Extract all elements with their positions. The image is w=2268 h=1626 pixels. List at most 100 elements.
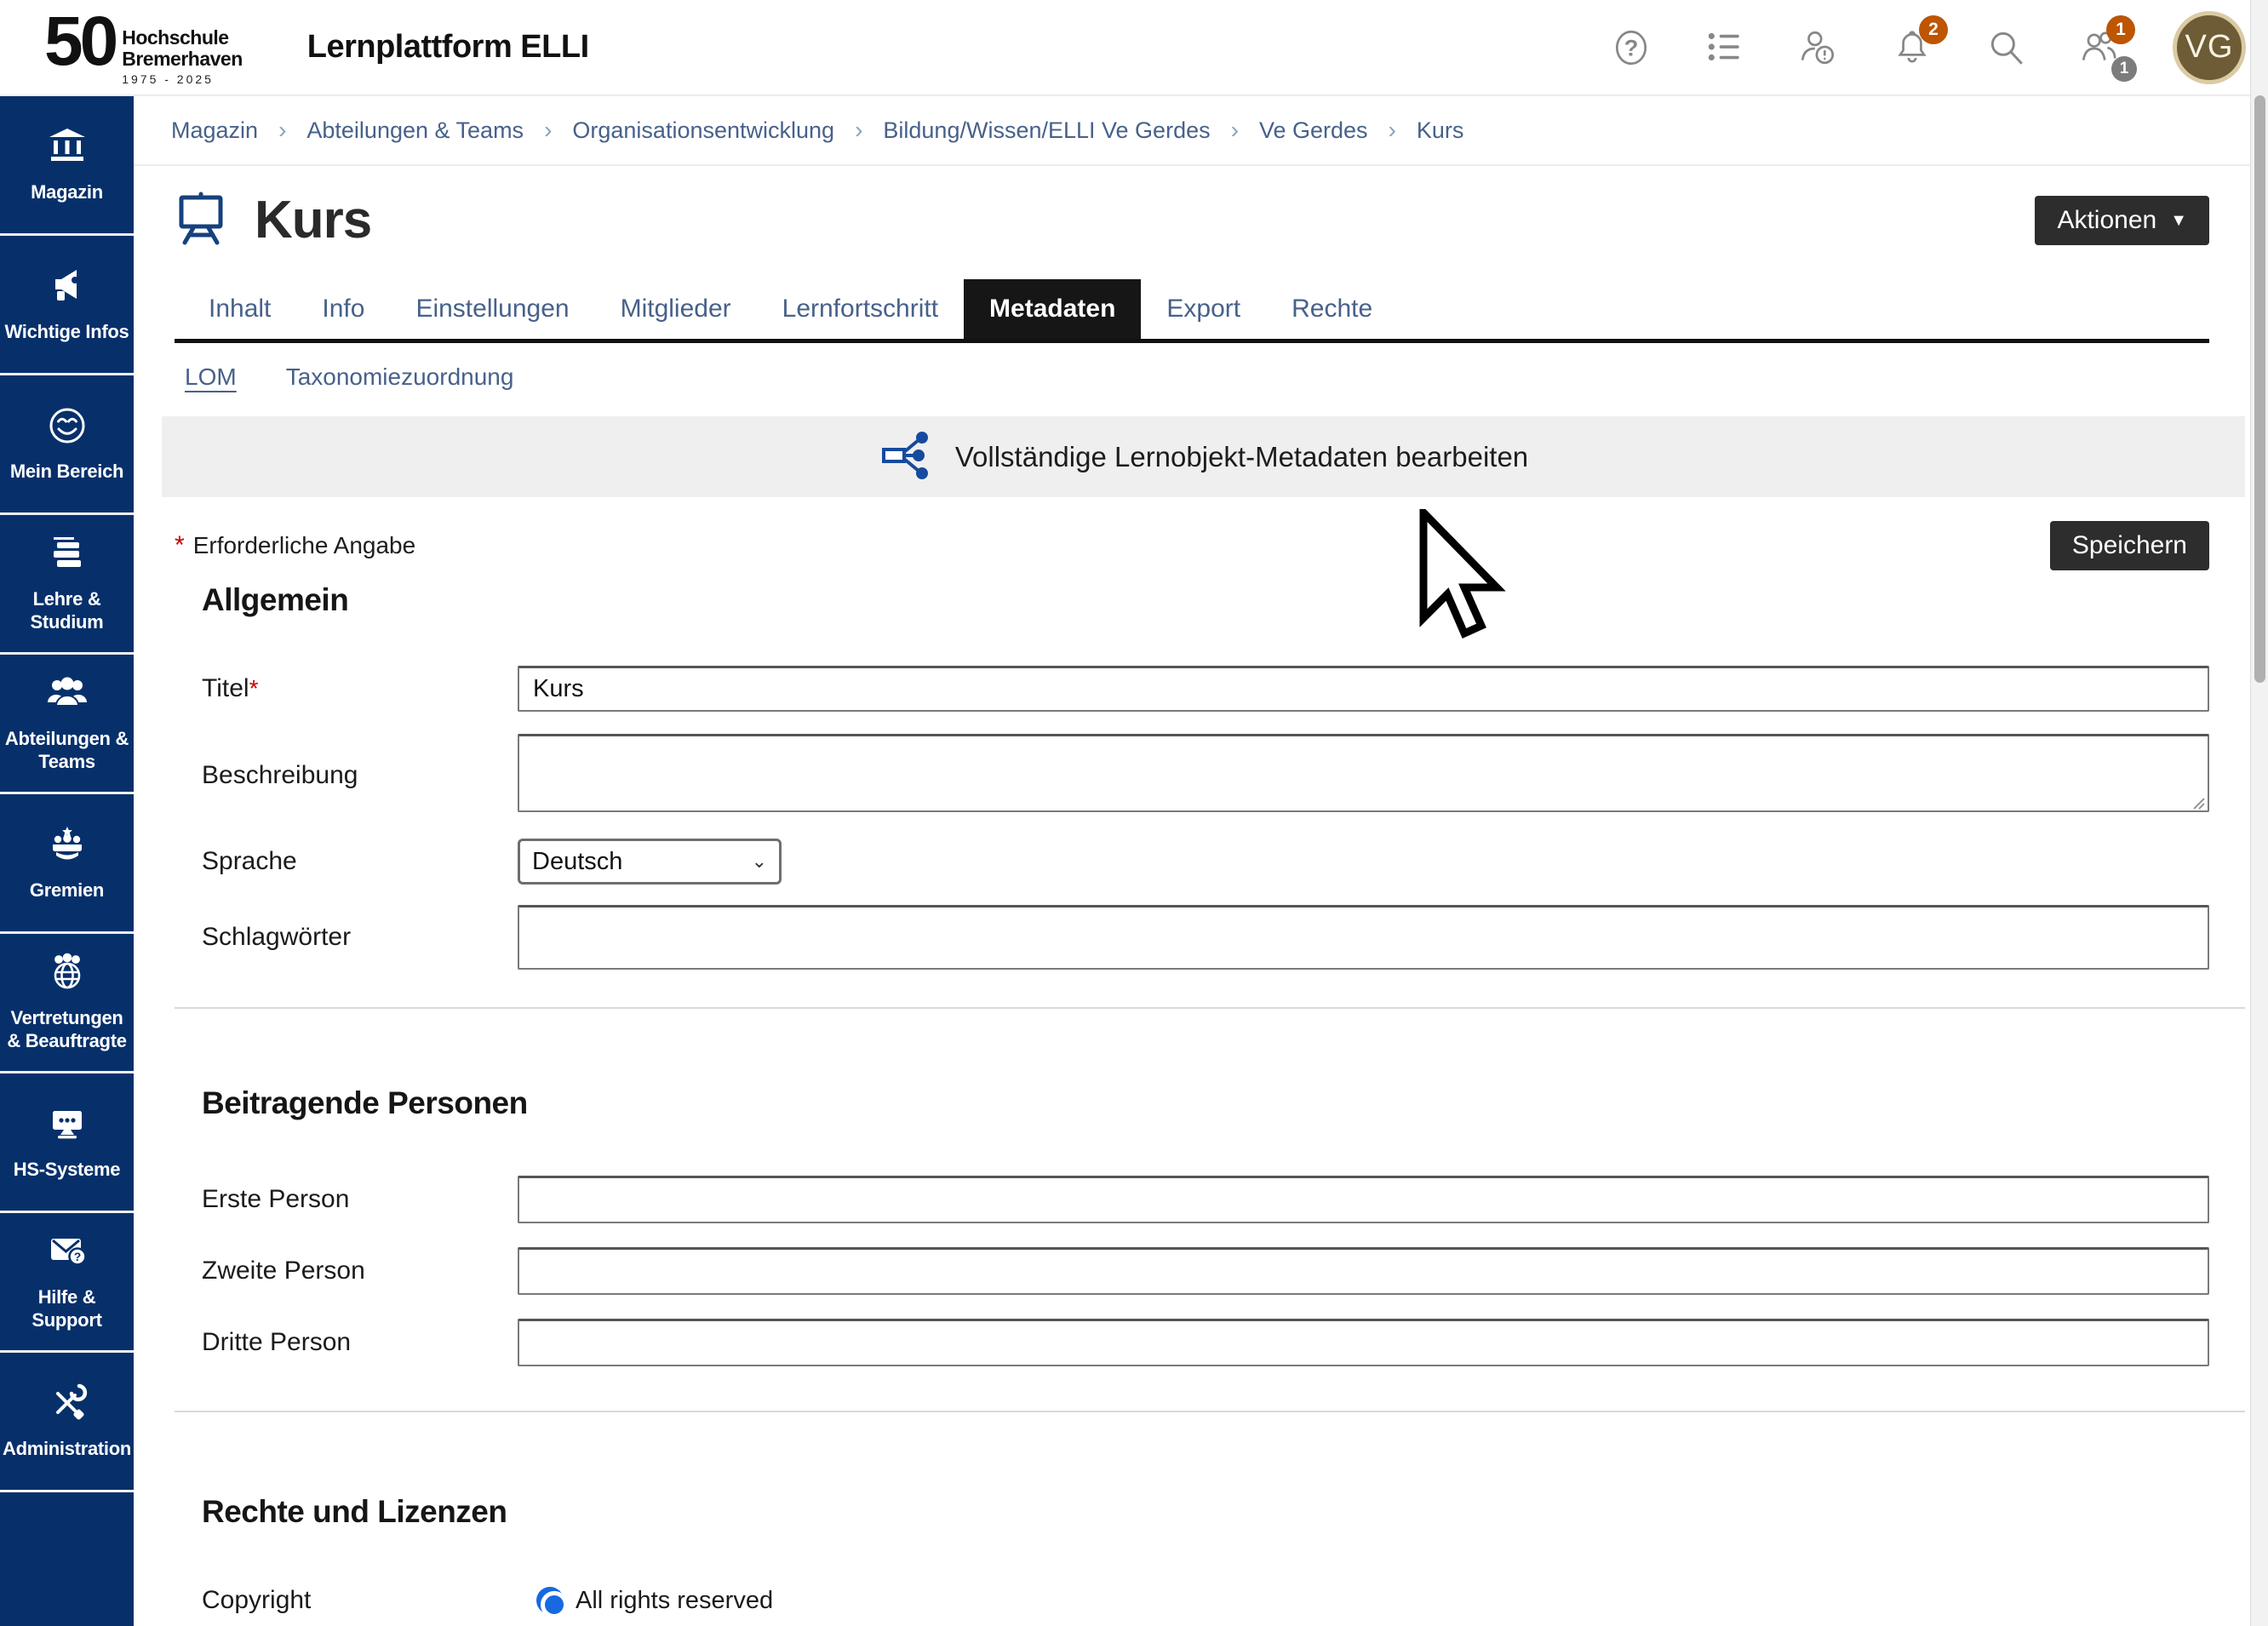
required-hint: Erforderliche Angabe (193, 532, 416, 559)
course-icon (175, 190, 231, 250)
section-heading-beitragende: Beitragende Personen (175, 1085, 2209, 1121)
edit-full-metadata-banner[interactable]: Vollständige Lernobjekt-Metadaten bearbe… (162, 416, 2245, 497)
sidebar-item-magazin[interactable]: Magazin (0, 96, 134, 236)
chevron-down-icon: ⌄ (752, 850, 767, 873)
hochschule-bremerhaven-logo[interactable]: 50 Hochschule Bremerhaven 1975 - 2025 (44, 9, 243, 86)
smiley-icon (47, 405, 88, 450)
field-row-dritte-person: Dritte Person (175, 1319, 2209, 1366)
logo-50: 50 (44, 9, 115, 75)
copyright-radio-option[interactable]: All rights reserved (536, 1587, 773, 1615)
section-heading-rechte: Rechte und Lizenzen (175, 1494, 2209, 1530)
field-row-beschreibung: Beschreibung (175, 734, 2209, 816)
breadcrumb-item[interactable]: Kurs (1417, 117, 1464, 144)
contacts-badge-new: 1 (2106, 15, 2135, 44)
tab-info[interactable]: Info (296, 279, 390, 339)
sidebar-item-abteilungen-teams[interactable]: Abteilungen & Teams (0, 655, 134, 794)
tab-export[interactable]: Export (1141, 279, 1266, 339)
field-row-schlagwoerter: Schlagwörter (175, 905, 2209, 970)
globe-people-icon (47, 952, 88, 997)
breadcrumb: Magazin › Abteilungen & Teams › Organisa… (134, 96, 2250, 166)
field-row-sprache: Sprache Deutsch ⌄ (175, 839, 2209, 885)
section-divider (175, 1411, 2245, 1412)
tab-mitglieder[interactable]: Mitglieder (595, 279, 757, 339)
required-asterisk: * (249, 675, 259, 701)
tab-bar: Inhalt Info Einstellungen Mitglieder Ler… (175, 279, 2209, 343)
sprache-selected-value: Deutsch (532, 848, 622, 876)
erste-person-input[interactable] (518, 1176, 2209, 1223)
breadcrumb-item[interactable]: Ve Gerdes (1259, 117, 1368, 144)
sidebar-item-hs-systeme[interactable]: HS-Systeme (0, 1074, 134, 1213)
sidebar-filler (0, 1492, 134, 1626)
subtab-bar: LOM Taxonomiezuordnung (175, 364, 2209, 391)
chevron-right-icon: › (1231, 117, 1239, 144)
zweite-person-input[interactable] (518, 1247, 2209, 1295)
breadcrumb-item[interactable]: Abteilungen & Teams (306, 117, 524, 144)
vertical-scrollbar-track[interactable] (2250, 0, 2268, 1626)
sidebar-item-wichtige-infos[interactable]: Wichtige Infos (0, 236, 134, 375)
main-sidebar: Magazin Wichtige Infos Mein Bereich Lehr… (0, 96, 134, 1626)
bank-icon (47, 126, 88, 171)
tab-lernfortschritt[interactable]: Lernfortschritt (757, 279, 964, 339)
sidebar-item-gremien[interactable]: Gremien (0, 794, 134, 934)
dritte-person-label: Dritte Person (202, 1328, 518, 1357)
tools-icon (47, 1383, 88, 1428)
tab-einstellungen[interactable]: Einstellungen (390, 279, 594, 339)
avatar[interactable]: VG (2173, 11, 2246, 84)
banner-label: Vollständige Lernobjekt-Metadaten bearbe… (955, 441, 1528, 473)
sidebar-item-vertretungen-beauftragte[interactable]: Vertretungen & Beauftragte (0, 934, 134, 1074)
svg-text:?: ? (73, 1250, 81, 1263)
tab-inhalt[interactable]: Inhalt (183, 279, 296, 339)
titel-label: Titel* (202, 674, 518, 703)
contacts-badge-online: 1 (2111, 56, 2137, 82)
actions-button[interactable]: Aktionen ▼ (2035, 196, 2209, 245)
subtab-taxonomiezuordnung[interactable]: Taxonomiezuordnung (286, 364, 514, 391)
content-area: Magazin › Abteilungen & Teams › Organisa… (134, 96, 2250, 1626)
field-row-titel: Titel* (175, 666, 2209, 712)
bell-icon[interactable]: 2 (1892, 27, 1933, 68)
save-button[interactable]: Speichern (2050, 521, 2209, 570)
logo-years: 1975 - 2025 (122, 72, 243, 86)
chevron-right-icon: › (544, 117, 552, 144)
logo-name-line1: Hochschule (122, 27, 243, 48)
user-status-icon[interactable] (1798, 27, 1839, 68)
vertical-scrollbar-thumb[interactable] (2254, 95, 2265, 683)
search-icon[interactable] (1985, 27, 2026, 68)
sprache-select[interactable]: Deutsch ⌄ (518, 839, 782, 885)
titel-input[interactable] (518, 666, 2209, 712)
mail-question-icon: ? (47, 1231, 88, 1276)
form-toolbar: * Erforderliche Angabe Speichern (175, 521, 2209, 570)
section-divider (175, 1007, 2245, 1009)
copyright-radio-label: All rights reserved (576, 1587, 773, 1615)
committee-icon (47, 824, 88, 869)
list-icon[interactable] (1704, 27, 1745, 68)
sidebar-item-administration[interactable]: Administration (0, 1353, 134, 1492)
tab-metadaten[interactable]: Metadaten (964, 279, 1141, 339)
sidebar-item-lehre-studium[interactable]: Lehre & Studium (0, 515, 134, 655)
radio-selected-icon[interactable] (536, 1587, 564, 1614)
beschreibung-label: Beschreibung (202, 761, 518, 790)
breadcrumb-item[interactable]: Bildung/Wissen/ELLI Ve Gerdes (883, 117, 1210, 144)
contacts-icon[interactable]: 1 1 (2079, 27, 2120, 68)
header-icon-bar: ? (1611, 11, 2268, 84)
app-title: Lernplattform ELLI (307, 29, 589, 66)
erste-person-label: Erste Person (202, 1185, 518, 1214)
beschreibung-textarea[interactable] (518, 734, 2209, 812)
sidebar-item-mein-bereich[interactable]: Mein Bereich (0, 375, 134, 515)
breadcrumb-item[interactable]: Magazin (171, 117, 258, 144)
schlagwoerter-label: Schlagwörter (202, 923, 518, 952)
breadcrumb-item[interactable]: Organisationsentwicklung (572, 117, 834, 144)
required-asterisk: * (175, 531, 185, 560)
page-title-row: Kurs Aktionen ▼ (175, 190, 2209, 250)
page-title: Kurs (255, 190, 371, 250)
main-panel: Kurs Aktionen ▼ Inhalt Info Einstellunge… (134, 190, 2250, 1615)
monitor-icon (47, 1103, 88, 1148)
sidebar-item-hilfe-support[interactable]: ? Hilfe & Support (0, 1213, 134, 1353)
chevron-right-icon: › (855, 117, 862, 144)
schlagwoerter-input[interactable] (518, 905, 2209, 970)
field-row-zweite-person: Zweite Person (175, 1247, 2209, 1295)
help-icon[interactable]: ? (1611, 27, 1652, 68)
dritte-person-input[interactable] (518, 1319, 2209, 1366)
tab-rechte[interactable]: Rechte (1266, 279, 1398, 339)
subtab-lom[interactable]: LOM (185, 364, 237, 391)
books-icon (47, 533, 88, 578)
